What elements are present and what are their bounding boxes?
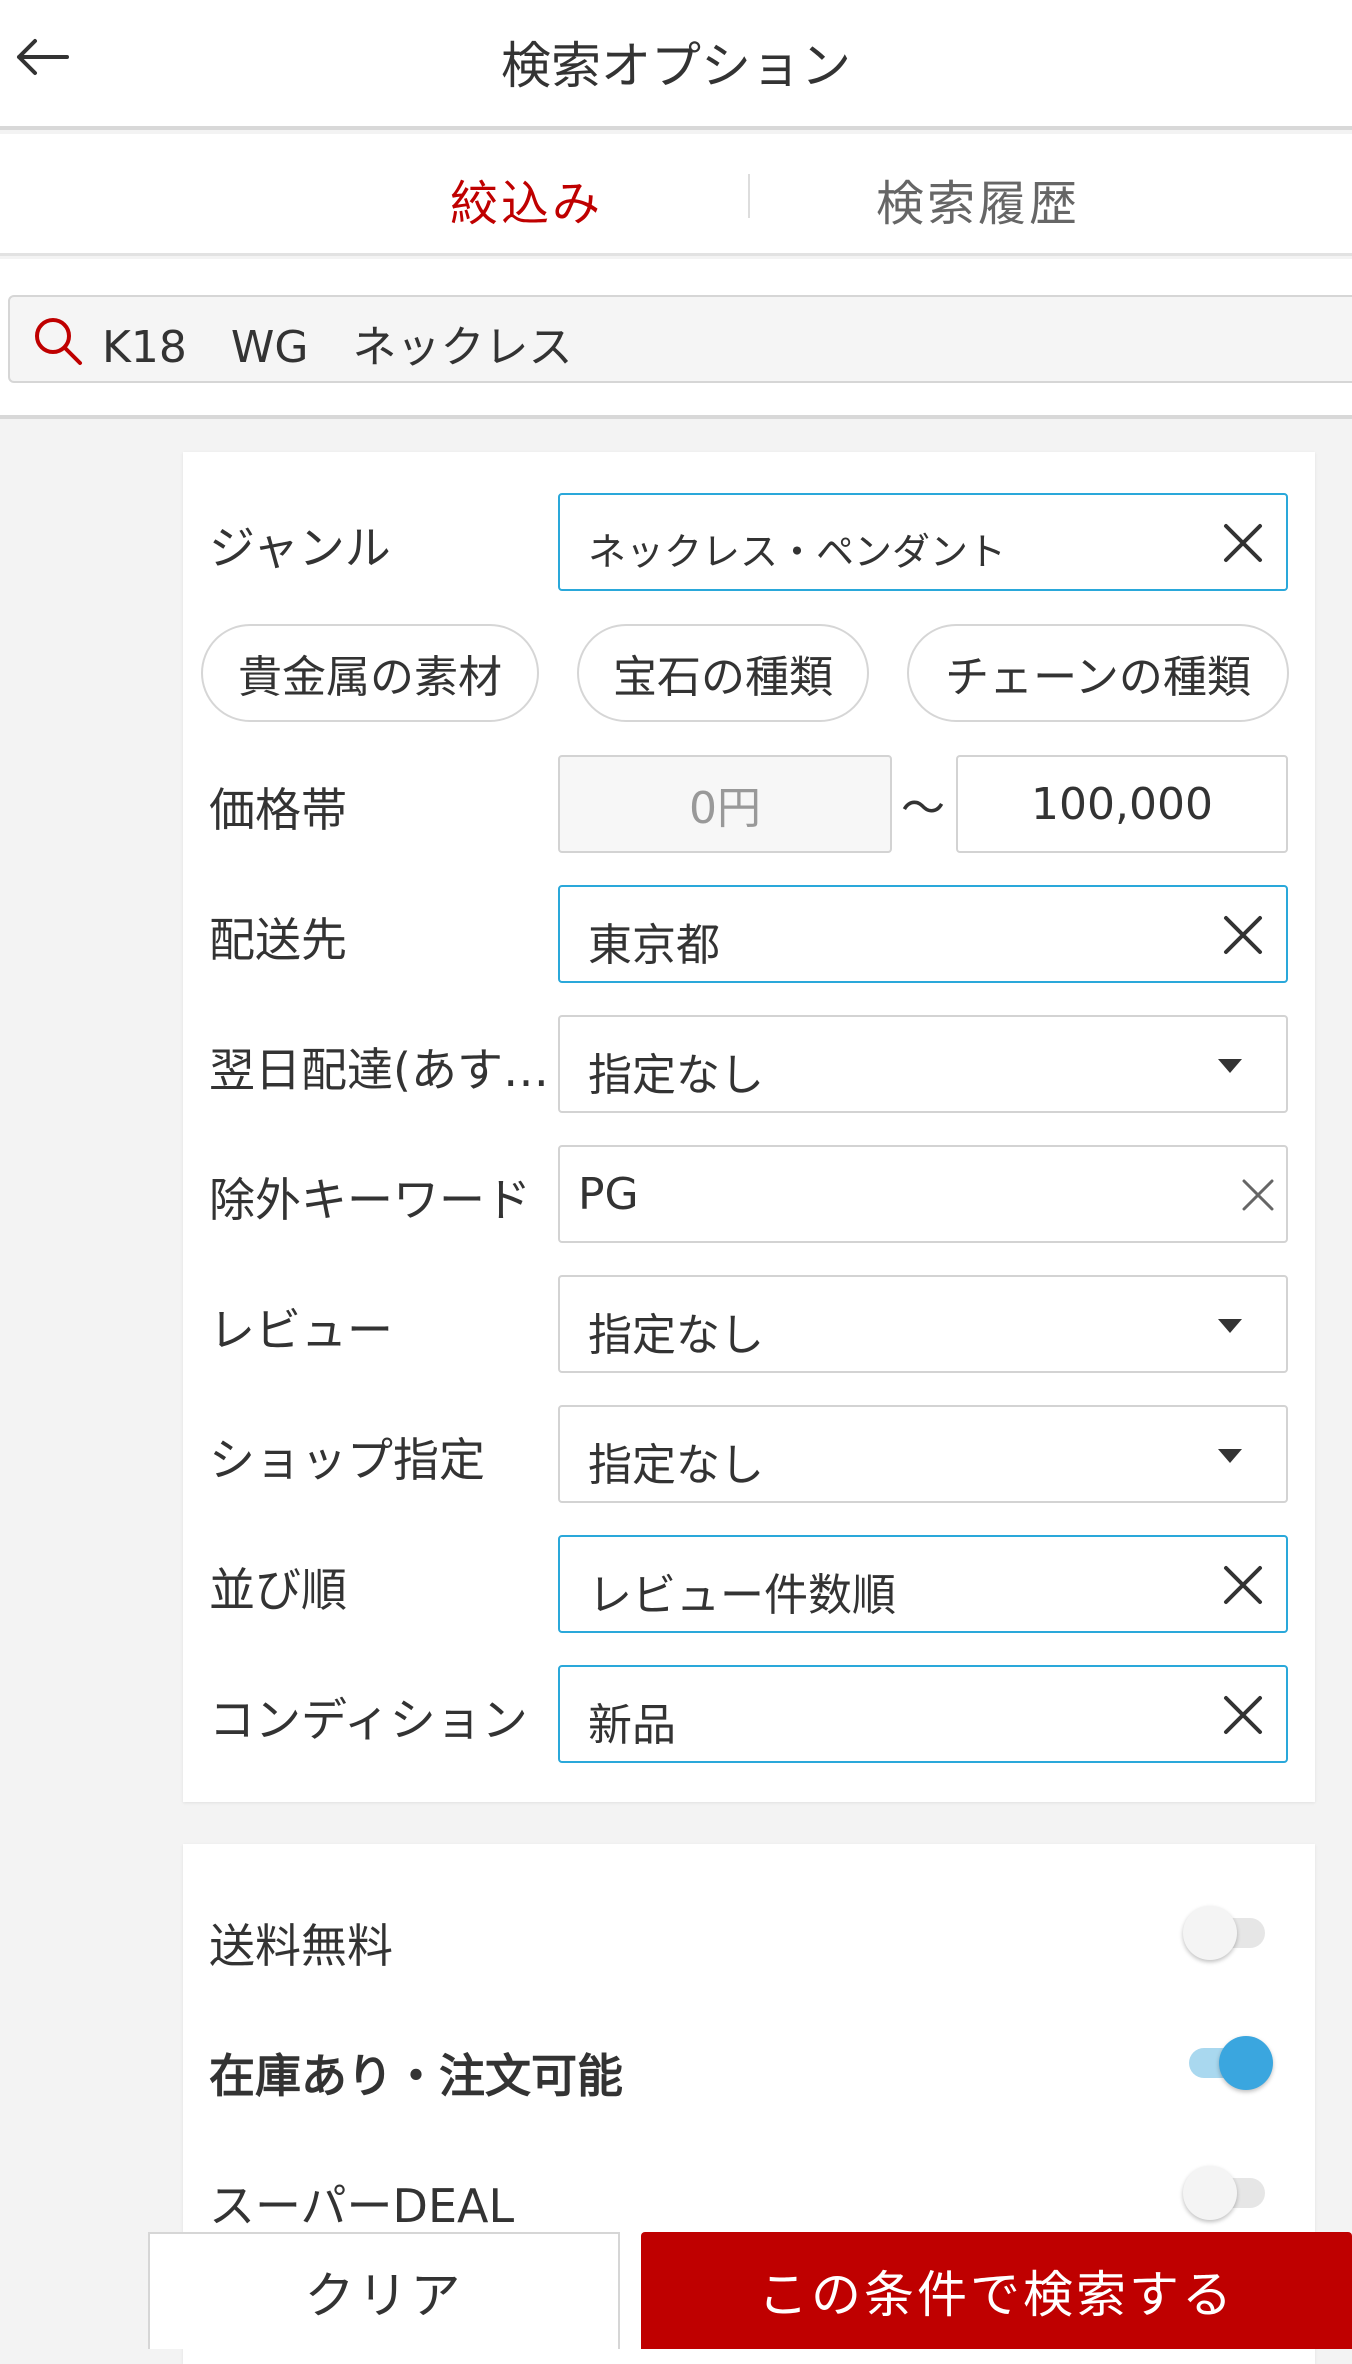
price-separator: 〜: [901, 783, 945, 834]
next-day-select[interactable]: 指定なし: [558, 1015, 1288, 1113]
chevron-down-icon: [1218, 1449, 1242, 1463]
genre-label: ジャンル: [209, 521, 391, 575]
top-bar: 検索オプション: [0, 0, 1352, 130]
condition-label: コンディション: [209, 1693, 528, 1747]
exclude-keyword-value: PG: [578, 1169, 639, 1220]
filter-card: ジャンル ネックレス・ペンダント 貴金属の素材 宝石の種類 チェーンの種類 価格…: [183, 452, 1315, 1802]
super-deal-toggle[interactable]: [1183, 2162, 1273, 2222]
review-label: レビュー: [209, 1303, 393, 1357]
shop-select[interactable]: 指定なし: [558, 1405, 1288, 1503]
review-select[interactable]: 指定なし: [558, 1275, 1288, 1373]
search-area: K18 WG ネックレス: [0, 259, 1352, 419]
close-icon[interactable]: [1238, 1175, 1278, 1215]
condition-field[interactable]: 新品: [558, 1665, 1288, 1763]
sort-field[interactable]: レビュー件数順: [558, 1535, 1288, 1633]
sort-label: 並び順: [209, 1563, 347, 1617]
toggle-knob: [1219, 2036, 1273, 2090]
super-deal-label: スーパーDEAL: [209, 2179, 515, 2233]
condition-value: 新品: [588, 1700, 676, 1751]
close-icon[interactable]: [1220, 1692, 1266, 1738]
chip-chain-type[interactable]: チェーンの種類: [907, 624, 1289, 722]
exclude-keyword-label: 除外キーワード: [209, 1173, 531, 1227]
chevron-down-icon: [1218, 1059, 1242, 1073]
price-min-input[interactable]: 0円: [558, 755, 892, 853]
delivery-area-label: 配送先: [209, 913, 347, 967]
review-value: 指定なし: [588, 1310, 764, 1361]
in-stock-toggle[interactable]: [1183, 2032, 1273, 2092]
delivery-area-field[interactable]: 東京都: [558, 885, 1288, 983]
bottom-action-bar: クリア この条件で検索する: [0, 2232, 1352, 2349]
search-input[interactable]: K18 WG ネックレス: [8, 295, 1352, 383]
close-icon[interactable]: [1220, 912, 1266, 958]
shop-value: 指定なし: [588, 1440, 764, 1491]
chip-metal-material[interactable]: 貴金属の素材: [201, 624, 539, 722]
tab-narrow-down[interactable]: 絞込み: [450, 164, 603, 234]
price-label: 価格帯: [209, 783, 347, 837]
free-shipping-label: 送料無料: [209, 1919, 393, 1973]
next-day-label: 翌日配達(あす…: [209, 1043, 549, 1097]
next-day-value: 指定なし: [588, 1050, 764, 1101]
page-title: 検索オプション: [501, 37, 851, 95]
toggle-knob: [1183, 1906, 1237, 1960]
tab-search-history[interactable]: 検索履歴: [876, 164, 1080, 234]
exclude-keyword-input[interactable]: PG: [558, 1145, 1288, 1243]
in-stock-label: 在庫あり・注文可能: [209, 2049, 623, 2103]
chevron-down-icon: [1218, 1319, 1242, 1333]
tab-bar: 絞込み 検索履歴: [0, 134, 1352, 256]
close-icon[interactable]: [1220, 520, 1266, 566]
search-query-text: K18 WG ネックレス: [102, 322, 573, 373]
search-submit-button[interactable]: この条件で検索する: [641, 2232, 1352, 2349]
close-icon[interactable]: [1220, 1562, 1266, 1608]
genre-value: ネックレス・ペンダント: [588, 530, 1007, 574]
search-icon: [35, 318, 82, 365]
shop-label: ショップ指定: [209, 1433, 485, 1487]
sort-value: レビュー件数順: [588, 1570, 896, 1621]
clear-button[interactable]: クリア: [148, 2232, 620, 2349]
free-shipping-toggle[interactable]: [1183, 1902, 1273, 1962]
genre-field[interactable]: ネックレス・ペンダント: [558, 493, 1288, 591]
delivery-area-value: 東京都: [588, 920, 720, 971]
chip-gem-type[interactable]: 宝石の種類: [577, 624, 869, 722]
price-max-input[interactable]: 100,000: [956, 755, 1288, 853]
toggle-knob: [1183, 2166, 1237, 2220]
tab-divider: [748, 174, 750, 218]
